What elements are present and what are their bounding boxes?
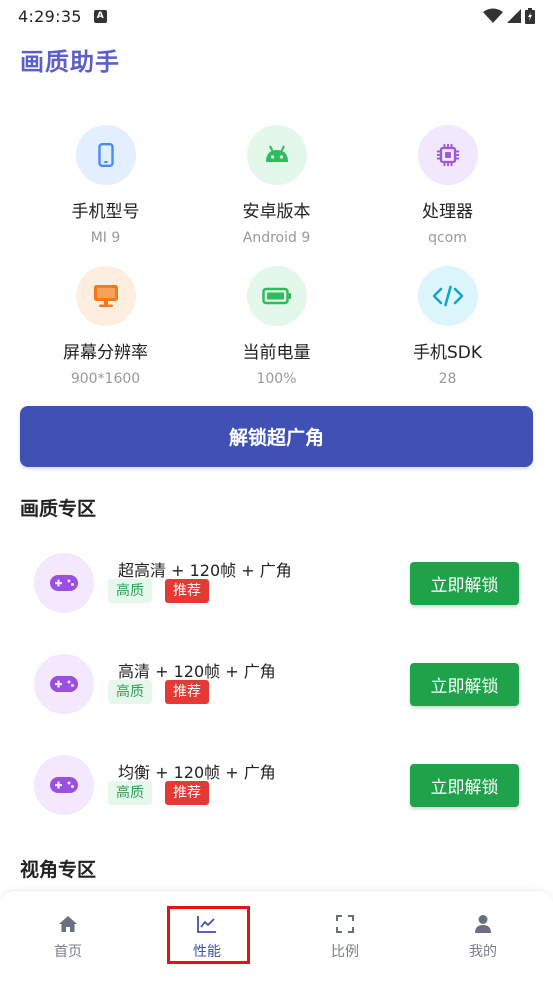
info-item-android: 安卓版本 Android 9 bbox=[191, 125, 362, 246]
phone-icon bbox=[97, 142, 114, 168]
info-label: 当前电量 bbox=[242, 343, 311, 363]
high-quality-tag: 高质 bbox=[108, 781, 152, 805]
game-icon-bg bbox=[34, 755, 94, 815]
info-icon-bg bbox=[417, 125, 478, 185]
info-icon-bg bbox=[246, 266, 307, 326]
nav-label: 首页 bbox=[54, 944, 82, 960]
list-item: 超高清 + 120帧 + 广角 高质 推荐 立即解锁 bbox=[0, 553, 553, 643]
bottom-navigation: 首页 性能 比例 我的 bbox=[0, 890, 553, 984]
info-item-model: 手机型号 MI 9 bbox=[20, 125, 191, 246]
info-label: 手机SDK bbox=[412, 343, 483, 363]
recommend-tag: 推荐 bbox=[165, 579, 209, 603]
list-item: 高清 + 120帧 + 广角 高质 推荐 立即解锁 bbox=[0, 654, 553, 744]
home-icon bbox=[59, 916, 77, 932]
gamepad-icon bbox=[50, 777, 78, 793]
app-title: 画质助手 bbox=[20, 48, 120, 76]
high-quality-tag: 高质 bbox=[108, 680, 152, 704]
nav-label: 比例 bbox=[331, 944, 359, 960]
info-icon-bg bbox=[75, 266, 136, 326]
info-item-battery: 当前电量 100% bbox=[191, 266, 362, 387]
device-info-grid: 手机型号 MI 9 安卓版本 Android 9 处理器 qcom 屏幕分辨率 … bbox=[20, 125, 533, 387]
info-value: 28 bbox=[438, 371, 457, 387]
unlock-now-button[interactable]: 立即解锁 bbox=[410, 764, 519, 807]
info-value: 900*1600 bbox=[70, 371, 141, 387]
game-name: 高清 + 120帧 + 广角 bbox=[118, 662, 276, 681]
nav-item-mine[interactable]: 我的 bbox=[443, 913, 523, 961]
nav-label: 我的 bbox=[469, 944, 497, 960]
signal-icon bbox=[507, 9, 521, 23]
game-name: 均衡 + 120帧 + 广角 bbox=[118, 763, 276, 782]
recommend-tag: 推荐 bbox=[165, 781, 209, 805]
info-value: qcom bbox=[428, 230, 467, 246]
info-item-sdk: 手机SDK 28 bbox=[362, 266, 533, 387]
status-bar: 4:29:35 A bbox=[0, 0, 553, 32]
unlock-now-button[interactable]: 立即解锁 bbox=[410, 562, 519, 605]
battery-status-icon bbox=[525, 8, 535, 24]
info-icon-bg bbox=[75, 125, 136, 185]
info-label: 手机型号 bbox=[71, 202, 140, 222]
info-value: MI 9 bbox=[90, 230, 121, 246]
wifi-icon bbox=[483, 8, 503, 23]
info-label: 屏幕分辨率 bbox=[63, 343, 148, 363]
view-section-title: 视角专区 bbox=[20, 859, 97, 881]
gamepad-icon bbox=[50, 575, 78, 591]
user-icon bbox=[475, 915, 491, 933]
info-value: Android 9 bbox=[242, 230, 311, 246]
game-icon-bg bbox=[34, 553, 94, 613]
chip-icon bbox=[436, 143, 459, 167]
battery-icon bbox=[261, 287, 291, 305]
quality-section-title: 画质专区 bbox=[20, 498, 97, 520]
unlock-now-button[interactable]: 立即解锁 bbox=[410, 663, 519, 706]
monitor-icon bbox=[93, 285, 118, 307]
info-icon-bg bbox=[246, 125, 307, 185]
info-item-processor: 处理器 qcom bbox=[362, 125, 533, 246]
info-value: 100% bbox=[256, 371, 297, 387]
expand-icon bbox=[336, 915, 354, 933]
code-icon bbox=[432, 285, 463, 307]
recommend-tag: 推荐 bbox=[165, 680, 209, 704]
notification-icon: A bbox=[93, 9, 107, 23]
gamepad-icon bbox=[50, 676, 78, 692]
list-item: 均衡 + 120帧 + 广角 高质 推荐 立即解锁 bbox=[0, 755, 553, 845]
high-quality-tag: 高质 bbox=[108, 579, 152, 603]
game-name: 超高清 + 120帧 + 广角 bbox=[118, 561, 292, 580]
info-label: 安卓版本 bbox=[242, 202, 311, 222]
android-icon bbox=[265, 145, 288, 162]
game-icon-bg bbox=[34, 654, 94, 714]
highlight-box bbox=[167, 906, 250, 964]
info-label: 处理器 bbox=[422, 202, 473, 222]
nav-item-ratio[interactable]: 比例 bbox=[305, 913, 385, 961]
unlock-wide-angle-button[interactable]: 解锁超广角 bbox=[20, 406, 533, 467]
status-time: 4:29:35 bbox=[18, 6, 82, 26]
info-item-resolution: 屏幕分辨率 900*1600 bbox=[20, 266, 191, 387]
nav-item-home[interactable]: 首页 bbox=[28, 913, 108, 961]
info-icon-bg bbox=[417, 266, 478, 326]
